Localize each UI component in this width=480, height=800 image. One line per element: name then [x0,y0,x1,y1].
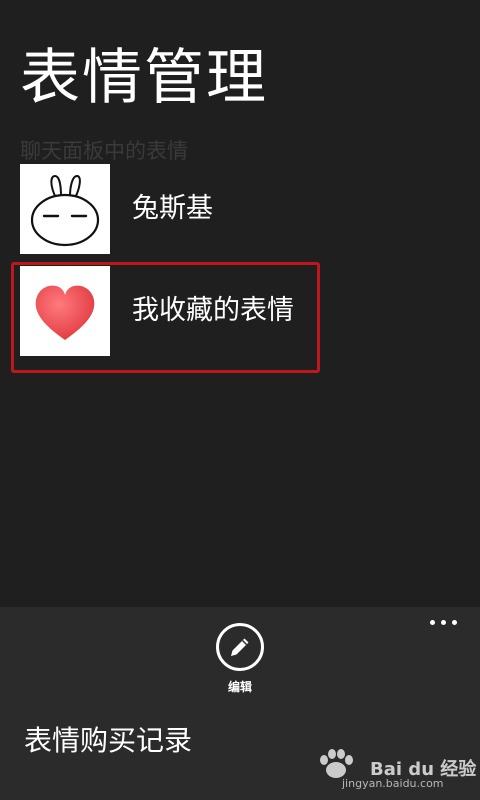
list-item-tuzki[interactable]: 兔斯基 [20,164,320,254]
highlight-annotation-box [11,262,320,373]
tuzki-rabbit-icon [20,164,110,254]
emoji-management-screen: 表情管理 聊天面板中的表情 兔斯基 我收藏的表情 编辑 表情购买记录 Bai d… [0,0,480,800]
section-label: 聊天面板中的表情 [20,139,188,163]
list-item-label: 兔斯基 [132,193,213,224]
baidu-jingyan-watermark: Bai du 经验 jingyan.baidu.com [306,744,476,794]
watermark-url: jingyan.baidu.com [342,777,444,790]
edit-button-label: 编辑 [227,680,252,694]
pencil-icon [216,623,264,671]
menu-item-purchase-history[interactable]: 表情购买记录 [24,721,192,761]
edit-button[interactable]: 编辑 [216,623,264,697]
app-bar: 编辑 表情购买记录 Bai du 经验 jingyan.baidu.com [0,607,480,800]
page-title: 表情管理 [20,43,268,113]
more-dots-icon[interactable] [430,617,458,627]
